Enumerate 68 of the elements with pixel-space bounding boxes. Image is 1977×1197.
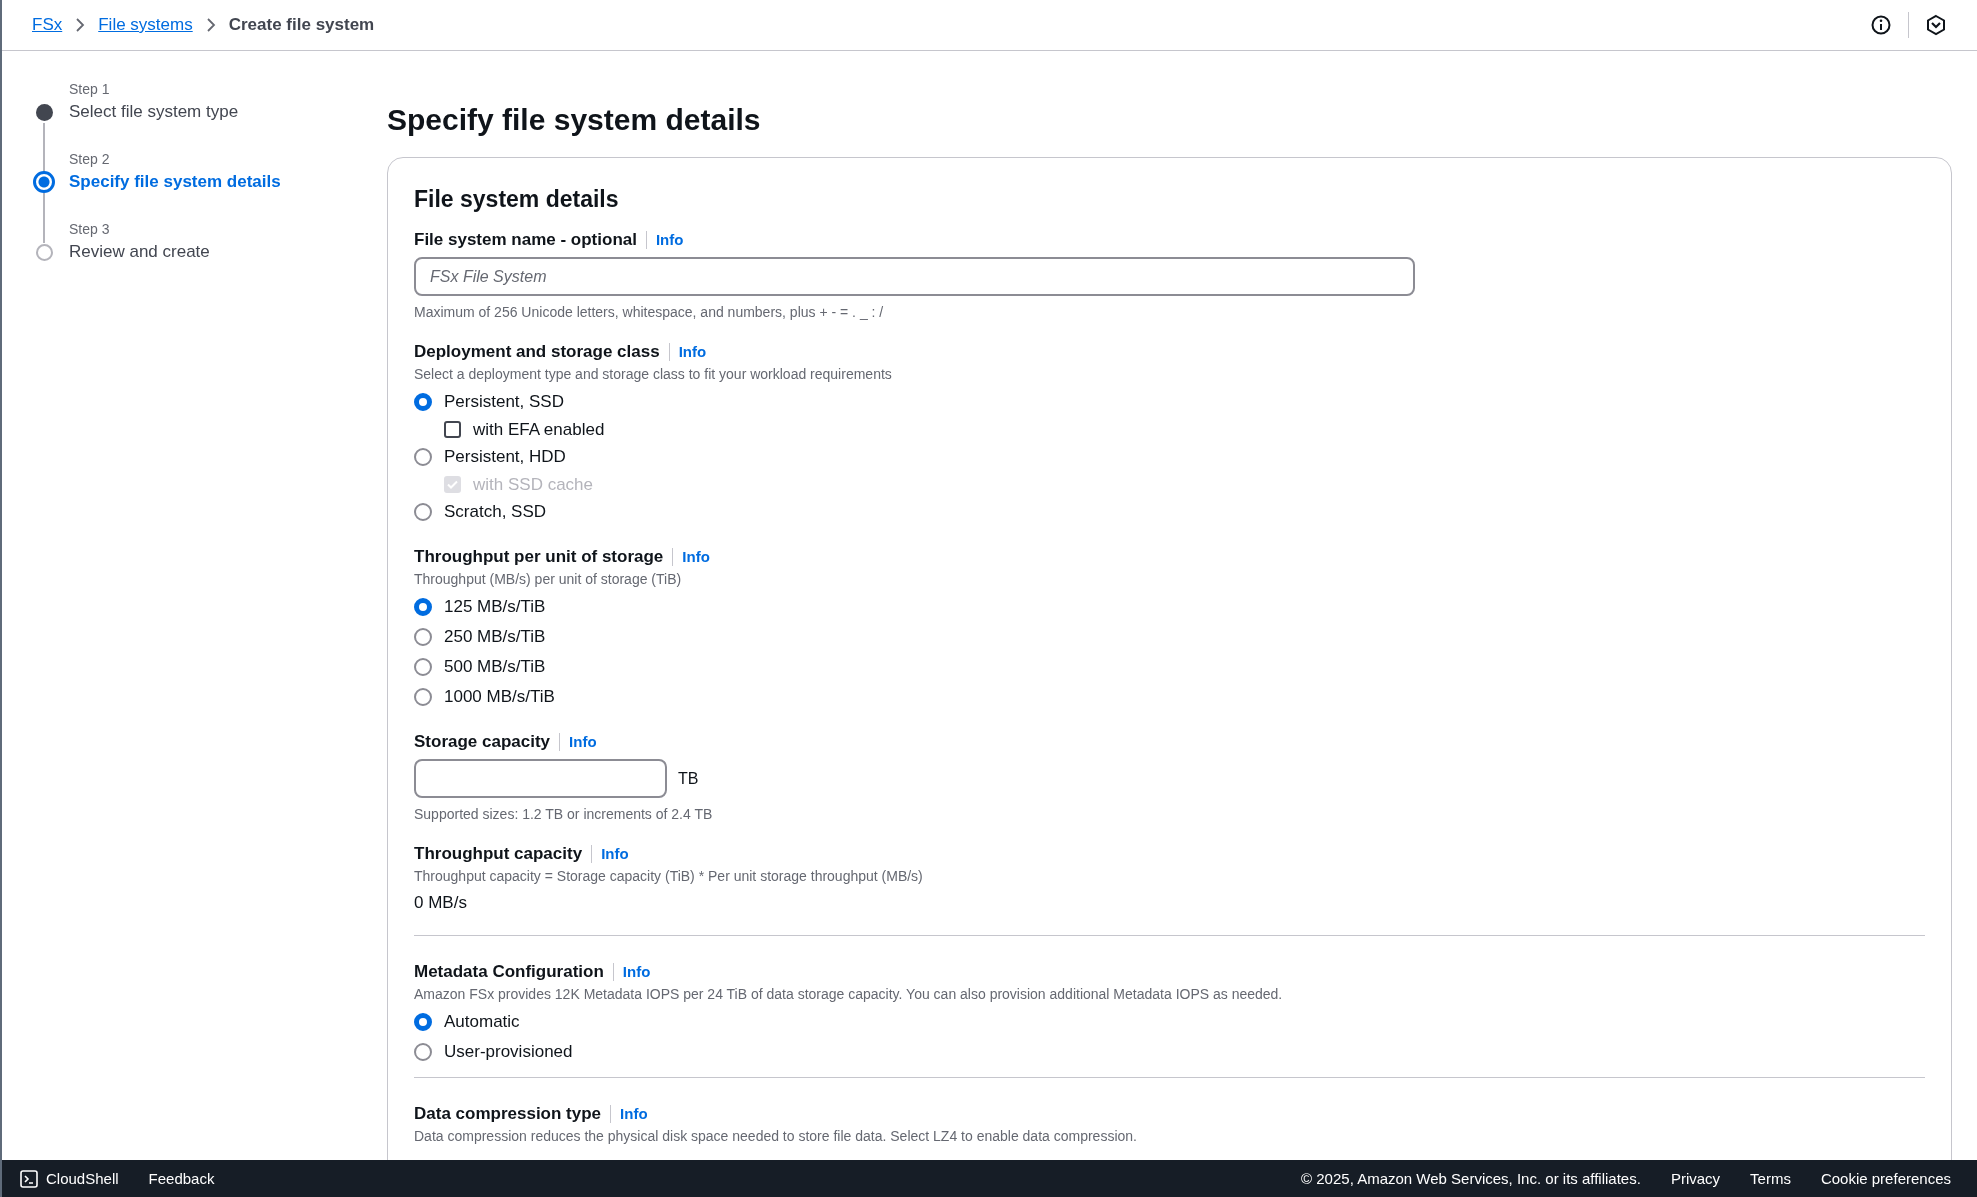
field-description: Amazon FSx provides 12K Metadata IOPS per 24 TiB of data storage capacity. You can also provision additional Metadata IOPS as needed.	[414, 986, 1284, 1002]
chevron-right-icon	[204, 18, 217, 32]
field-label: Storage capacity	[414, 732, 551, 752]
info-link[interactable]: Info	[559, 733, 597, 751]
step-link[interactable]: Review and create	[69, 242, 387, 262]
radio-button[interactable]	[414, 1013, 432, 1031]
field-label: Deployment and storage class	[414, 342, 660, 362]
footer-link[interactable]: Privacy	[1670, 1170, 1721, 1187]
radio-option[interactable]: Persistent, HDD	[414, 442, 1925, 472]
radio-option[interactable]: User-provisioned	[414, 1037, 1925, 1067]
radio-button[interactable]	[414, 448, 432, 466]
field-label: Data compression type	[414, 1104, 602, 1124]
breadcrumb-link[interactable]: File systems	[98, 15, 193, 35]
info-link[interactable]: Info	[645, 231, 684, 249]
field-label: Throughput per unit of storage	[414, 547, 664, 567]
radio-option[interactable]: 500 MB/s/TiB	[414, 652, 1925, 682]
info-link[interactable]: Info	[612, 963, 651, 981]
hexagon-icon[interactable]	[1925, 14, 1947, 36]
text-input-field[interactable]: FSx File System	[414, 257, 1415, 296]
field-label: Throughput capacity	[414, 844, 583, 864]
radio-button[interactable]	[414, 628, 432, 646]
hint-text: Supported sizes: 1.2 TB or increments of 2.4 TB	[414, 806, 714, 822]
info-link[interactable]: Info	[591, 845, 629, 863]
radio-option[interactable]: Persistent, SSD	[414, 387, 1925, 417]
radio-button[interactable]	[414, 658, 432, 676]
current-page-text: Create file system	[228, 15, 375, 35]
field-label: File system name - optional	[414, 230, 637, 250]
info-icon[interactable]	[1870, 14, 1892, 36]
radio-option[interactable]: 1000 MB/s/TiB	[414, 682, 1925, 712]
info-link[interactable]: Info	[668, 343, 707, 361]
card-title: File system details	[414, 186, 620, 213]
page-title: Specify file system details	[387, 103, 762, 137]
step-number: Step 2	[69, 151, 111, 169]
field-description: Throughput capacity = Storage capacity (TiB) * Per unit storage throughput (MB/s)	[414, 868, 924, 884]
step-number: Step 1	[69, 81, 111, 99]
radio-option[interactable]: 125 MB/s/TiB	[414, 592, 1925, 622]
radio-button[interactable]	[414, 598, 432, 616]
field-label: Metadata Configuration	[414, 962, 604, 982]
info-link[interactable]: Info	[672, 548, 710, 566]
field-description: Select a deployment type and storage class to fit your workload requirements	[414, 366, 893, 382]
footer-link[interactable]: Terms	[1750, 1170, 1791, 1187]
radio-button[interactable]	[414, 688, 432, 706]
unit-label: TB	[678, 769, 699, 788]
radio-option[interactable]: Scratch, SSD	[414, 497, 1925, 527]
text-input-field[interactable]	[414, 759, 667, 798]
radio-option[interactable]: Automatic	[414, 1007, 1925, 1037]
chevron-right-icon	[74, 18, 87, 32]
hint-text: Maximum of 256 Unicode letters, whitespace, and numbers, plus + - = . _ : /	[414, 304, 885, 320]
throughput-value: 0 MB/s	[414, 893, 468, 913]
field-description: Throughput (MB/s) per unit of storage (TiB)	[414, 571, 683, 587]
feedback-link[interactable]: Feedback	[148, 1170, 215, 1187]
step-number: Step 3	[69, 221, 111, 239]
radio-button[interactable]	[414, 393, 432, 411]
terminal-icon	[20, 1169, 38, 1188]
step-link[interactable]: Specify file system details	[69, 172, 387, 192]
checkbox-option[interactable]: with EFA enabled	[444, 417, 1925, 442]
checkbox[interactable]	[444, 421, 461, 438]
radio-option[interactable]: 250 MB/s/TiB	[414, 622, 1925, 652]
cloudshell-button[interactable]: CloudShell	[20, 1169, 119, 1188]
field-description: Data compression reduces the physical disk space needed to store file data. Select LZ4 to enable data compression.	[414, 1128, 1138, 1144]
breadcrumb-link[interactable]: FSx	[32, 15, 63, 35]
info-link[interactable]: Info	[610, 1105, 648, 1123]
copyright-text: © 2025, Amazon Web Services, Inc. or its affiliates.	[1301, 1170, 1641, 1187]
radio-button[interactable]	[414, 503, 432, 521]
check-icon	[447, 480, 458, 489]
step-link[interactable]: Select file system type	[69, 102, 387, 122]
footer-link[interactable]: Cookie preferences	[1820, 1170, 1951, 1187]
radio-button[interactable]	[414, 1043, 432, 1061]
